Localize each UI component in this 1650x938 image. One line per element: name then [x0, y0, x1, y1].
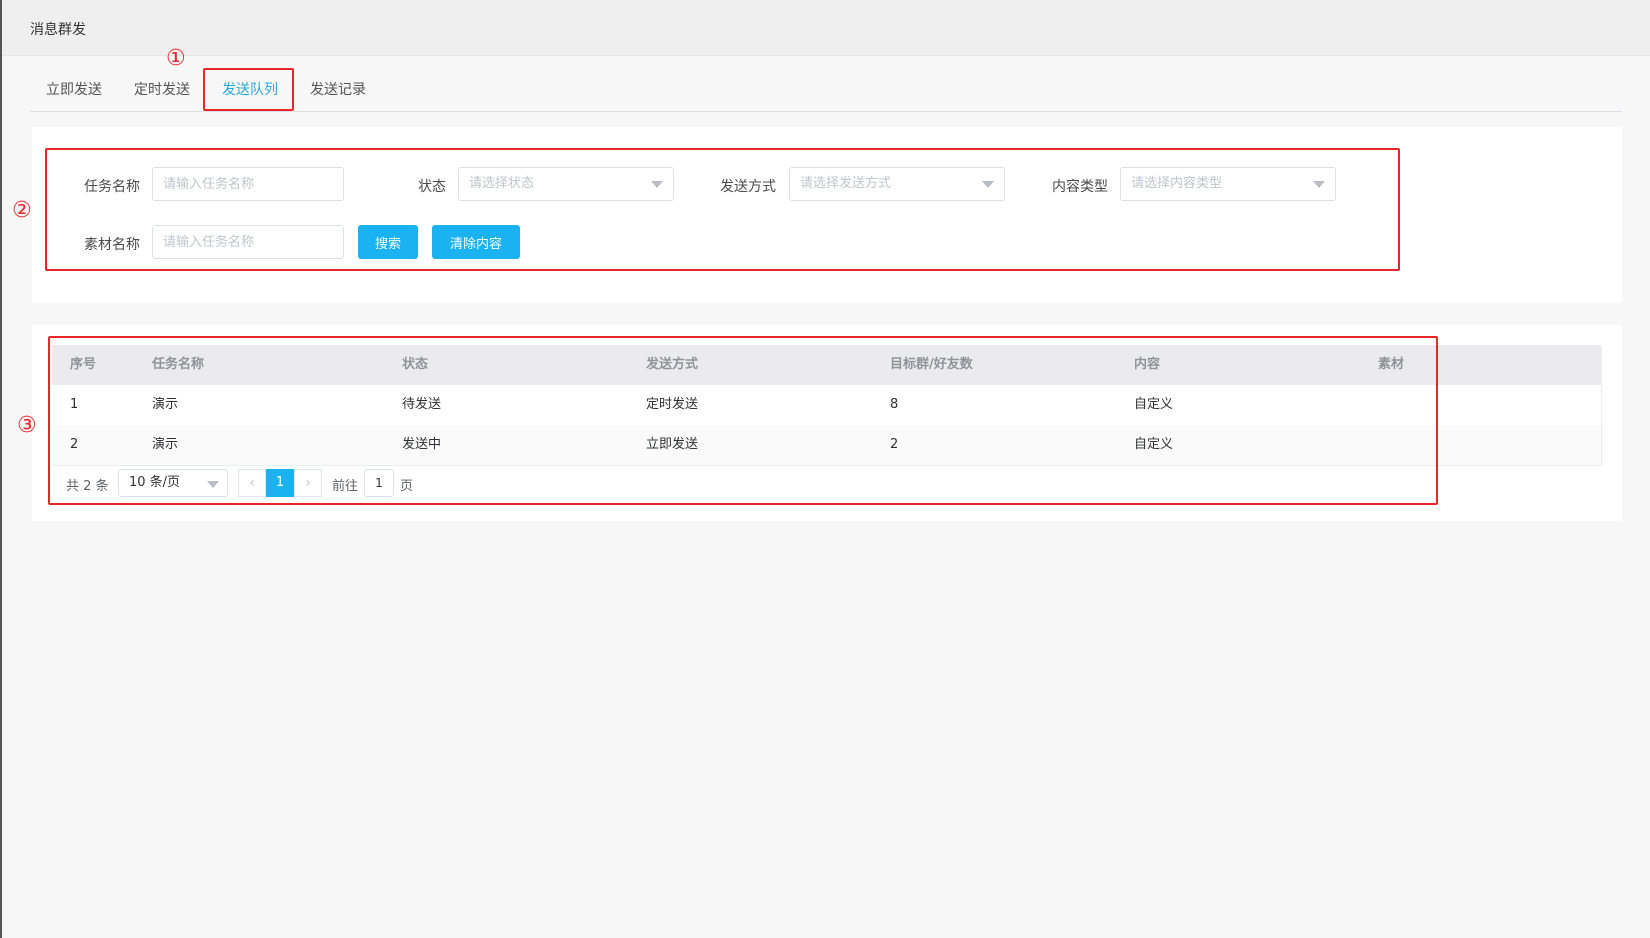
window-left-edge	[0, 0, 2, 938]
tab-send-now[interactable]: 立即发送	[46, 70, 102, 110]
table-border	[1601, 345, 1602, 466]
annotation-number-2: ②	[12, 198, 32, 223]
annotation-number-1: ①	[166, 46, 186, 71]
tab-send-records[interactable]: 发送记录	[310, 70, 366, 110]
page-title: 消息群发	[30, 22, 86, 38]
page-header: 消息群发	[2, 0, 1650, 56]
annotation-number-3: ③	[17, 413, 37, 438]
tab-scheduled-send[interactable]: 定时发送	[134, 70, 190, 110]
annotation-box-3	[48, 336, 1438, 505]
annotation-box-2	[45, 148, 1400, 271]
annotation-box-1	[203, 68, 294, 111]
